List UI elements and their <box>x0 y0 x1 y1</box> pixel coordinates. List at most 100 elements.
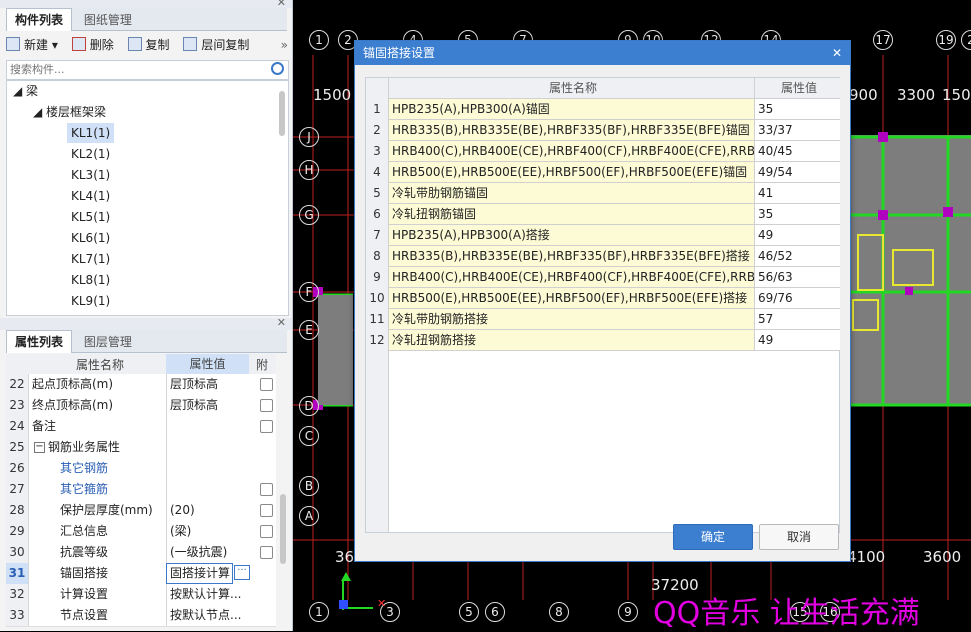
dialog-titlebar[interactable]: 锚固搭接设置 ✕ <box>355 41 850 65</box>
prop-checkbox[interactable] <box>260 378 273 391</box>
tree-group[interactable]: ◢ 楼层框架梁 <box>33 102 106 122</box>
ellipsis-button[interactable]: ··· <box>234 565 250 580</box>
prop-row[interactable]: 30 抗震等级 (一级抗震) <box>6 542 276 564</box>
prop-checkbox[interactable] <box>260 483 273 496</box>
row-index: 10 <box>366 288 389 310</box>
tab-drawings[interactable]: 图纸管理 <box>76 9 140 31</box>
row-value[interactable]: 49 <box>755 330 840 351</box>
prop-value[interactable]: (20) <box>166 500 250 521</box>
row-value[interactable]: 35 <box>755 99 840 120</box>
floor-copy-button[interactable]: 层间复制 <box>183 34 249 56</box>
ok-button[interactable]: 确定 <box>673 524 753 550</box>
row-name: 冷轧扭钢筋搭接 <box>389 330 755 351</box>
grid-row[interactable]: 6 冷轧扭钢筋锚固 35 <box>366 204 840 226</box>
close-icon[interactable]: ✕ <box>824 41 842 65</box>
tree-root-label: 梁 <box>26 84 39 98</box>
tree-item[interactable]: KL4(1) <box>71 186 110 206</box>
prop-row[interactable]: 32 计算设置 按默认计算... <box>6 584 276 606</box>
grid-row[interactable]: 8 HRB335(B),HRB335E(BE),HRBF335(BF),HRBF… <box>366 246 840 268</box>
prop-checkbox[interactable] <box>260 420 273 433</box>
prop-row[interactable]: 23 终点顶标高(m) 层顶标高 <box>6 395 276 417</box>
floor-copy-icon <box>183 37 198 51</box>
prop-value[interactable]: (一级抗震) <box>166 542 250 563</box>
prop-value[interactable]: 按默认计算... <box>166 584 250 605</box>
row-value[interactable]: 57 <box>755 309 840 330</box>
grid-row[interactable]: 5 冷轧带肋钢筋锚固 41 <box>366 183 840 205</box>
delete-button[interactable]: 删除 <box>71 34 114 56</box>
copy-button[interactable]: 复制 <box>127 34 170 56</box>
row-value[interactable]: 49/54 <box>755 162 840 183</box>
components-tabbar: 构件列表 图纸管理 <box>6 8 287 31</box>
row-index: 11 <box>366 309 389 331</box>
row-value[interactable]: 69/76 <box>755 288 840 309</box>
tree-item[interactable]: KL9(1) <box>71 291 110 311</box>
row-value[interactable]: 40/45 <box>755 141 840 162</box>
props-header-value: 属性值 <box>166 354 249 374</box>
more-icon[interactable]: » <box>281 34 288 56</box>
grid-row[interactable]: 7 HPB235(A),HPB300(A)搭接 49 <box>366 225 840 247</box>
row-index: 12 <box>366 330 389 352</box>
prop-value[interactable]: 层顶标高 <box>166 374 250 395</box>
cancel-button[interactable]: 取消 <box>759 524 839 550</box>
axis-label: D <box>299 396 319 416</box>
new-button[interactable]: 新建 ▾ <box>6 34 58 56</box>
search-input[interactable] <box>7 61 263 77</box>
axis-label: B <box>299 476 319 496</box>
grid-row[interactable]: 4 HRB500(E),HRB500E(EE),HRBF500(EF),HRBF… <box>366 162 840 184</box>
collapse-icon[interactable]: − <box>34 442 45 453</box>
grid-row[interactable]: 3 HRB400(C),HRB400E(CE),HRBF400(CF),HRBF… <box>366 141 840 163</box>
prop-row[interactable]: 33 节点设置 按默认节点... <box>6 605 276 627</box>
tree-root[interactable]: ◢ 梁 <box>13 81 38 101</box>
row-value[interactable]: 46/52 <box>755 246 840 267</box>
row-number: 29 <box>6 521 29 542</box>
axis-label: J <box>299 127 319 147</box>
prop-row-active[interactable]: 31 锚固搭接 固搭接计算 ··· <box>6 563 276 585</box>
grid-row[interactable]: 1 HPB235(A),HPB300(A)锚固 35 <box>366 99 840 121</box>
tree-item[interactable]: KL2(1) <box>71 144 110 164</box>
prop-row[interactable]: 22 起点顶标高(m) 层顶标高 <box>6 374 276 396</box>
row-number: 25 <box>6 437 29 458</box>
tree-item[interactable]: KL8(1) <box>71 270 110 290</box>
prop-checkbox[interactable] <box>260 546 273 559</box>
row-value[interactable]: 41 <box>755 183 840 204</box>
copy-label: 复制 <box>145 38 170 52</box>
tab-properties[interactable]: 属性列表 <box>6 330 73 353</box>
tab-layers[interactable]: 图层管理 <box>76 331 140 353</box>
prop-row[interactable]: 27 其它箍筋 <box>6 479 276 501</box>
tree-item[interactable]: KL1(1) <box>67 123 115 143</box>
props-scrollbar[interactable] <box>280 494 286 564</box>
prop-value[interactable]: 层顶标高 <box>166 395 250 416</box>
row-value[interactable]: 35 <box>755 204 840 225</box>
tree-item[interactable]: KL6(1) <box>71 228 110 248</box>
prop-row[interactable]: 24 备注 <box>6 416 276 438</box>
prop-value-editor[interactable]: 固搭接计算 <box>166 563 233 584</box>
row-value[interactable]: 33/37 <box>755 120 840 141</box>
grid-row[interactable]: 2 HRB335(B),HRB335E(BE),HRBF335(BF),HRBF… <box>366 120 840 142</box>
grid-row[interactable]: 9 HRB400(C),HRB400E(CE),HRBF400(CF),HRBF… <box>366 267 840 289</box>
prop-checkbox[interactable] <box>260 525 273 538</box>
search-icon[interactable] <box>271 62 284 75</box>
row-value[interactable]: 56/63 <box>755 267 840 288</box>
tree-item[interactable]: KL3(1) <box>71 165 110 185</box>
prop-row[interactable]: 29 汇总信息 (梁) <box>6 521 276 543</box>
prop-value[interactable]: 按默认节点... <box>166 605 250 626</box>
tab-components[interactable]: 构件列表 <box>6 8 73 31</box>
grid-row[interactable]: 12 冷轧扭钢筋搭接 49 <box>366 330 840 352</box>
grid-row[interactable]: 10 HRB500(E),HRB500E(EE),HRBF500(EF),HRB… <box>366 288 840 310</box>
prop-row[interactable]: 25 钢筋业务属性 − <box>6 437 276 459</box>
tree-scrollbar[interactable] <box>279 91 285 136</box>
row-value[interactable]: 49 <box>755 225 840 246</box>
row-name: HRB335(B),HRB335E(BE),HRBF335(BF),HRBF33… <box>389 246 755 267</box>
prop-value[interactable]: (梁) <box>166 521 250 542</box>
prop-checkbox[interactable] <box>260 504 273 517</box>
tree-item[interactable]: KL5(1) <box>71 207 110 227</box>
prop-value[interactable] <box>166 458 250 479</box>
tree-item[interactable]: KL7(1) <box>71 249 110 269</box>
grid-row[interactable]: 11 冷轧带肋钢筋搭接 57 <box>366 309 840 331</box>
prop-value[interactable] <box>166 479 250 500</box>
prop-row[interactable]: 26 其它钢筋 <box>6 458 276 480</box>
prop-row[interactable]: 28 保护层厚度(mm) (20) <box>6 500 276 522</box>
prop-checkbox[interactable] <box>260 399 273 412</box>
prop-value[interactable] <box>166 416 250 437</box>
close-icon[interactable]: ✕ <box>277 316 286 329</box>
